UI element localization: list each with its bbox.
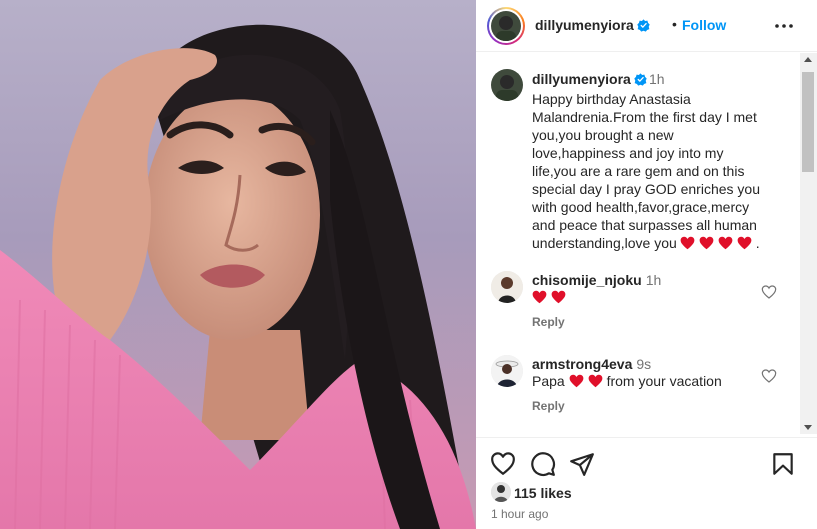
scrollbar-thumb[interactable] xyxy=(802,72,814,172)
reply-button[interactable]: Reply xyxy=(532,399,565,413)
author-avatar[interactable] xyxy=(487,7,525,45)
red-heart-emoji xyxy=(551,290,566,304)
liker-avatar[interactable] xyxy=(491,482,511,502)
comment-text xyxy=(532,289,570,305)
follow-button[interactable]: Follow xyxy=(682,17,726,33)
comment-time: 1h xyxy=(645,272,662,288)
post-photo[interactable] xyxy=(0,0,476,529)
caption-time: 1h xyxy=(649,71,665,87)
red-heart-emoji xyxy=(680,236,695,250)
caption-trailing: . xyxy=(755,235,760,251)
red-heart-emoji xyxy=(532,290,547,304)
comment-text: Papa from your vacation xyxy=(532,373,722,389)
separator-dot: • xyxy=(672,16,677,32)
bookmark-icon[interactable] xyxy=(770,451,796,477)
post-actions xyxy=(476,437,817,487)
commenter-avatar[interactable] xyxy=(491,355,523,387)
reply-button[interactable]: Reply xyxy=(532,315,565,329)
commenter-avatar[interactable] xyxy=(491,271,523,303)
commenter-username[interactable]: armstrong4eva 9s xyxy=(532,356,651,372)
heart-outline-icon[interactable] xyxy=(761,368,777,384)
post-header: dillyumenyiora • Follow xyxy=(476,0,817,52)
post-details-panel: dillyumenyiora • Follow dillyumenyiora 1… xyxy=(476,0,817,529)
red-heart-emoji xyxy=(699,236,714,250)
scroll-up-arrow-icon[interactable] xyxy=(804,57,812,62)
caption-body: Happy birthday Anastasia Malandrenia.Fro… xyxy=(532,91,760,251)
caption-username[interactable]: dillyumenyiora xyxy=(532,71,647,87)
red-heart-emoji xyxy=(588,374,602,388)
heart-outline-icon[interactable] xyxy=(490,451,516,477)
author-username[interactable]: dillyumenyiora xyxy=(535,17,650,33)
red-heart-emoji xyxy=(718,236,733,250)
commenter-username[interactable]: chisomije_njoku 1h xyxy=(532,272,661,288)
verified-badge-icon xyxy=(634,73,647,86)
more-options-icon[interactable] xyxy=(772,14,796,38)
caption-text: Happy birthday Anastasia Malandrenia.Fro… xyxy=(532,90,764,252)
scroll-down-arrow-icon[interactable] xyxy=(804,425,812,430)
red-heart-emoji xyxy=(569,374,583,388)
heart-outline-icon[interactable] xyxy=(761,284,777,300)
likes-count[interactable]: 115 likes xyxy=(514,485,572,501)
caption-avatar[interactable] xyxy=(491,69,523,101)
comments-scrollbar[interactable] xyxy=(800,53,817,434)
red-heart-emoji xyxy=(737,236,752,250)
post-time-ago[interactable]: 1 hour ago xyxy=(491,507,548,521)
share-icon[interactable] xyxy=(569,451,595,477)
comment-icon[interactable] xyxy=(530,451,556,477)
verified-badge-icon xyxy=(637,19,650,32)
comment-time: 9s xyxy=(636,356,652,372)
comments-list[interactable]: dillyumenyiora 1h Happy birthday Anastas… xyxy=(476,53,806,434)
